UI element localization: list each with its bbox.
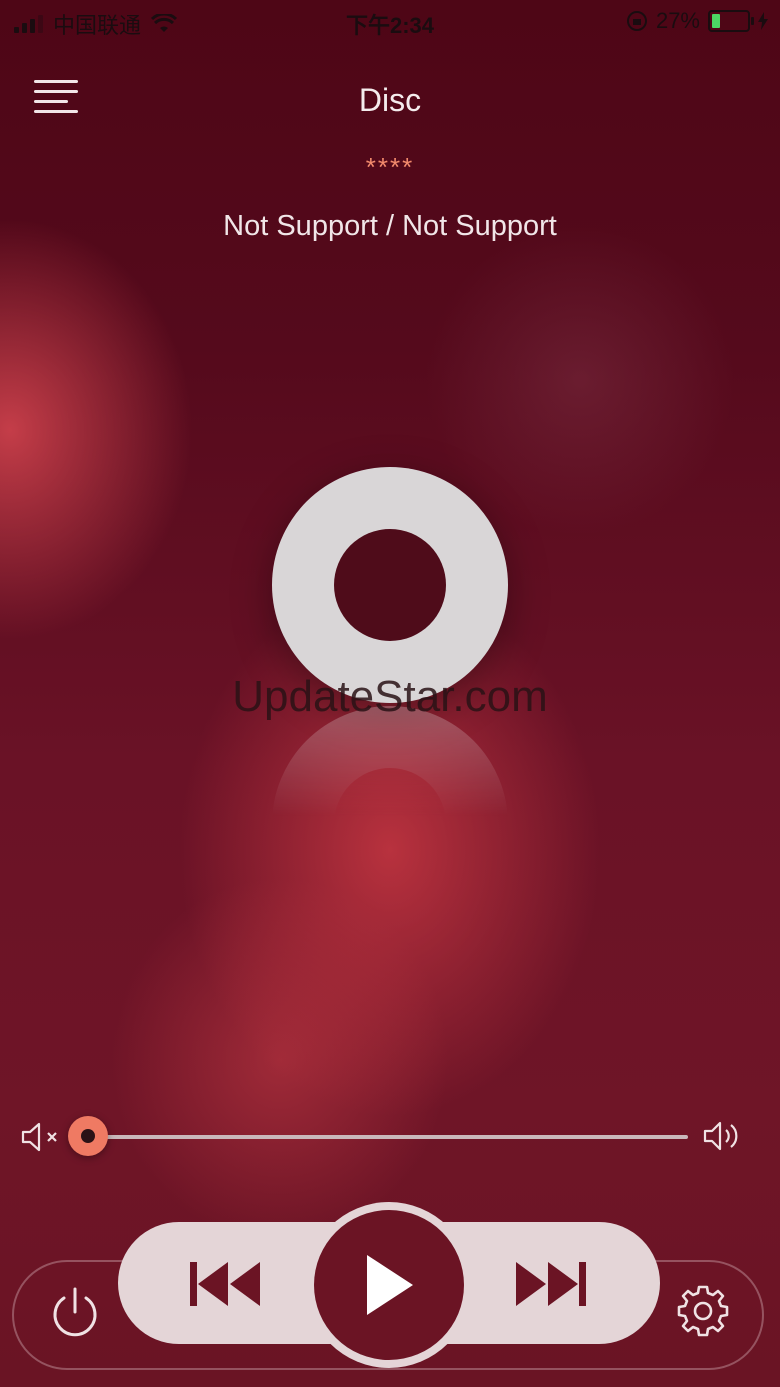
play-button[interactable]	[314, 1210, 464, 1360]
speaker-mute-icon[interactable]	[20, 1120, 64, 1154]
skip-back-icon[interactable]	[186, 1258, 264, 1310]
battery-percent: 27%	[655, 8, 700, 33]
power-icon[interactable]	[48, 1286, 102, 1340]
play-icon	[367, 1255, 413, 1315]
battery-icon	[708, 10, 754, 32]
skip-forward-icon[interactable]	[512, 1258, 590, 1310]
gear-icon[interactable]	[676, 1284, 730, 1338]
status-right: 27%	[626, 8, 768, 34]
watermark-text: UpdateStar.com	[232, 672, 548, 721]
status-bar: 中国联通 下午2:34 27%	[0, 0, 780, 44]
disc-reflection	[272, 706, 508, 816]
volume-slider-track[interactable]	[88, 1135, 688, 1139]
speaker-loud-icon[interactable]	[702, 1118, 742, 1154]
page-title: Disc	[358, 82, 422, 118]
rotation-lock-icon	[626, 11, 647, 31]
volume-slider-knob[interactable]	[68, 1116, 108, 1156]
disc-artwork	[272, 467, 508, 703]
charging-icon	[758, 12, 768, 30]
track-info: Not Support / Not Support	[223, 210, 557, 242]
rating-stars: ****	[365, 152, 415, 182]
